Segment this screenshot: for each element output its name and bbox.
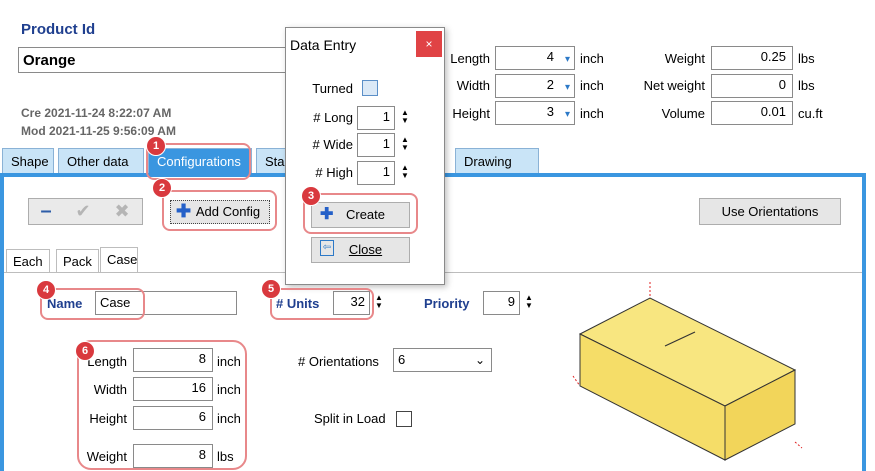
case-3d-preview [572,282,803,461]
dropdown-arrow-icon: ▾ [564,54,570,65]
step-badge-2: 2 [152,178,172,198]
product-id-value: Orange [23,52,76,69]
step-badge-6: 6 [75,341,95,361]
subtab-each[interactable]: Each [6,249,50,273]
close-icon[interactable]: ✖ [113,200,131,222]
wide-stepper[interactable]: ▲ ▼ [398,134,412,154]
orientations-label: # Orientations [298,354,379,369]
high-stepper[interactable]: ▲ ▼ [398,162,412,182]
height-value: 3 [546,104,554,119]
net-weight-unit: lbs [798,78,815,93]
split-in-load-label: Split in Load [314,411,386,426]
subtab-case[interactable]: Case [100,247,138,273]
weight-unit: lbs [798,51,815,66]
wide-label: # Wide [312,137,353,152]
minus-icon[interactable]: – [37,200,55,222]
callout-units [270,288,374,320]
split-in-load-checkbox[interactable] [396,411,412,427]
turned-label: Turned [312,81,353,96]
width-value: 2 [546,77,554,92]
use-orientations-button[interactable]: Use Orientations [699,198,841,225]
width-label: Width [456,78,490,93]
net-weight-label: Net weight [643,78,705,93]
exit-door-icon: ⇦ [320,240,334,256]
callout-add-config [162,190,277,231]
chevron-down-icon: ⌄ [474,353,485,367]
length-unit: inch [580,51,604,66]
check-icon[interactable]: ✔ [74,200,92,222]
width-unit: inch [580,78,604,93]
wide-input[interactable]: 1 [357,133,395,157]
callout-name [40,288,145,320]
callout-dimensions [77,340,247,470]
high-input[interactable]: 1 [357,161,395,185]
down-arrow-icon[interactable]: ▼ [401,144,409,152]
down-arrow-icon[interactable]: ▼ [525,302,533,310]
length-label: Length [450,51,490,66]
width-dropdown[interactable]: 2 ▾ [495,74,575,98]
down-arrow-icon[interactable]: ▼ [401,117,409,125]
weight-label: Weight [664,51,705,66]
priority-label: Priority [424,296,470,311]
step-badge-5: 5 [261,279,281,299]
down-arrow-icon[interactable]: ▼ [375,302,383,310]
priority-input[interactable]: 9 [483,291,520,315]
height-dropdown[interactable]: 3 ▾ [495,101,575,125]
units-stepper[interactable]: ▲ ▼ [372,292,386,312]
dropdown-arrow-icon: ▾ [564,82,570,93]
weight-input[interactable]: 0.25 [711,46,793,70]
step-badge-3: 3 [301,186,321,206]
step-badge-4: 4 [36,280,56,300]
dropdown-arrow-icon: ▾ [564,109,570,120]
long-input[interactable]: 1 [357,106,395,130]
volume-unit: cu.ft [798,106,823,121]
dialog-close-icon[interactable]: × [416,31,442,57]
length-value: 4 [546,49,554,64]
length-dropdown[interactable]: 4 ▾ [495,46,575,70]
product-id-input[interactable]: Orange [18,47,288,73]
turned-checkbox[interactable] [362,80,378,96]
product-id-label: Product Id [21,21,96,38]
orientations-value: 6 [398,352,406,367]
close-label: Close [348,242,383,257]
tab-shape[interactable]: Shape [2,148,54,174]
close-button[interactable]: ⇦ Close [311,237,410,263]
long-label: # Long [313,110,353,125]
volume-input[interactable]: 0.01 [711,101,793,125]
tab-other-data[interactable]: Other data [58,148,144,174]
long-stepper[interactable]: ▲ ▼ [398,107,412,127]
priority-stepper[interactable]: ▲ ▼ [522,292,536,312]
created-timestamp: Cre 2021-11-24 8:22:07 AM [21,106,172,120]
step-badge-1: 1 [146,136,166,156]
net-weight-input[interactable]: 0 [711,74,793,98]
down-arrow-icon[interactable]: ▼ [401,172,409,180]
tab-drawing[interactable]: Drawing [455,148,539,174]
height-label: Height [452,106,490,121]
volume-label: Volume [661,106,705,121]
orientations-select[interactable]: 6 ⌄ [393,348,492,372]
dialog-title: Data Entry [290,37,357,53]
subtab-pack[interactable]: Pack [56,249,99,273]
height-unit: inch [580,106,604,121]
high-label: # High [315,165,353,180]
